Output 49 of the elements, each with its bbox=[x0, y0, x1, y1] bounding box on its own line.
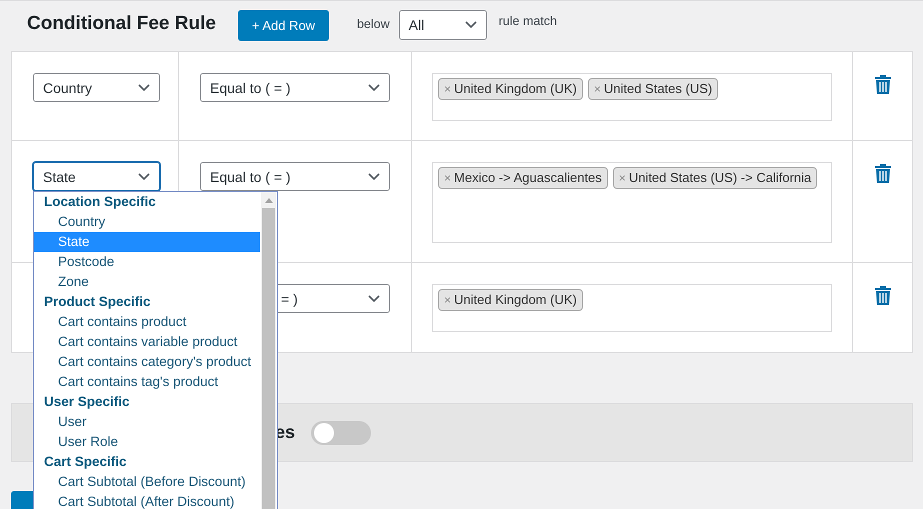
rule-match-label: rule match bbox=[498, 14, 557, 28]
trash-icon[interactable] bbox=[874, 74, 892, 95]
below-label: below bbox=[356, 17, 390, 31]
values-field[interactable]: × United Kingdom (UK) × United States (US) bbox=[432, 73, 832, 121]
group-label: Cart Specific bbox=[43, 453, 128, 471]
dropdown-option[interactable]: User Role bbox=[34, 432, 260, 452]
operator-select[interactable]: Equal to ( = ) bbox=[200, 73, 390, 102]
chevron-icon bbox=[138, 172, 150, 180]
tag-label: United States (US) -> California bbox=[628, 170, 812, 185]
chevron-icon bbox=[368, 84, 380, 92]
scroll-up-icon[interactable] bbox=[264, 198, 272, 203]
add-row-button[interactable]: + Add Row bbox=[238, 10, 329, 40]
dropdown-option[interactable]: User bbox=[34, 412, 260, 432]
chevron-icon bbox=[464, 21, 477, 29]
dropdown-option[interactable]: Cart contains category's product bbox=[34, 352, 260, 372]
condition-select[interactable]: State bbox=[33, 162, 160, 191]
value-tag[interactable]: × United States (US) -> California bbox=[612, 167, 818, 189]
value-tag[interactable]: × United Kingdom (UK) bbox=[438, 78, 583, 100]
section-title: Conditional Fee Rule bbox=[27, 13, 216, 35]
values-field[interactable]: × United Kingdom (UK) bbox=[432, 284, 832, 332]
scrollbar[interactable] bbox=[261, 192, 276, 509]
tag-label: United States (US) bbox=[604, 81, 712, 96]
dropdown-option[interactable]: Postcode bbox=[34, 252, 260, 272]
condition-select[interactable]: Country bbox=[33, 73, 160, 102]
dropdown-option[interactable]: Cart Subtotal (After Discount) bbox=[34, 492, 260, 509]
group-label: Location Specific bbox=[43, 193, 157, 211]
operator-select[interactable]: Equal to ( = ) bbox=[200, 162, 390, 191]
dropdown-option[interactable]: Cart Subtotal (Before Discount) bbox=[34, 472, 260, 492]
tag-label: United Kingdom (UK) bbox=[454, 292, 577, 307]
value-tag[interactable]: × United States (US) bbox=[588, 78, 718, 100]
tag-label: United Kingdom (UK) bbox=[454, 81, 577, 96]
chevron-icon bbox=[368, 172, 380, 180]
dropdown-option[interactable]: Cart contains variable product bbox=[34, 332, 260, 352]
value-tag[interactable]: × United Kingdom (UK) bbox=[438, 289, 583, 311]
match-select[interactable]: All bbox=[398, 10, 487, 40]
chevron-icon bbox=[138, 84, 150, 92]
toggle-switch[interactable] bbox=[311, 420, 372, 444]
group-label: User Specific bbox=[43, 393, 131, 411]
group-label: Product Specific bbox=[43, 293, 152, 311]
value-tag[interactable]: × Mexico -> Aguascalientes bbox=[438, 167, 608, 189]
dropdown-option[interactable]: Cart contains tag's product bbox=[34, 372, 260, 392]
scroll-thumb[interactable] bbox=[262, 208, 275, 509]
chevron-icon bbox=[368, 294, 380, 302]
trash-icon[interactable] bbox=[874, 285, 892, 306]
values-field[interactable]: × Mexico -> Aguascalientes × United States (US) -> California bbox=[432, 162, 832, 243]
trash-icon[interactable] bbox=[874, 163, 892, 184]
dropdown-option[interactable]: Cart contains product bbox=[34, 312, 260, 332]
tag-label: Mexico -> Aguascalientes bbox=[454, 170, 602, 185]
dropdown-option[interactable]: Country bbox=[34, 212, 260, 232]
